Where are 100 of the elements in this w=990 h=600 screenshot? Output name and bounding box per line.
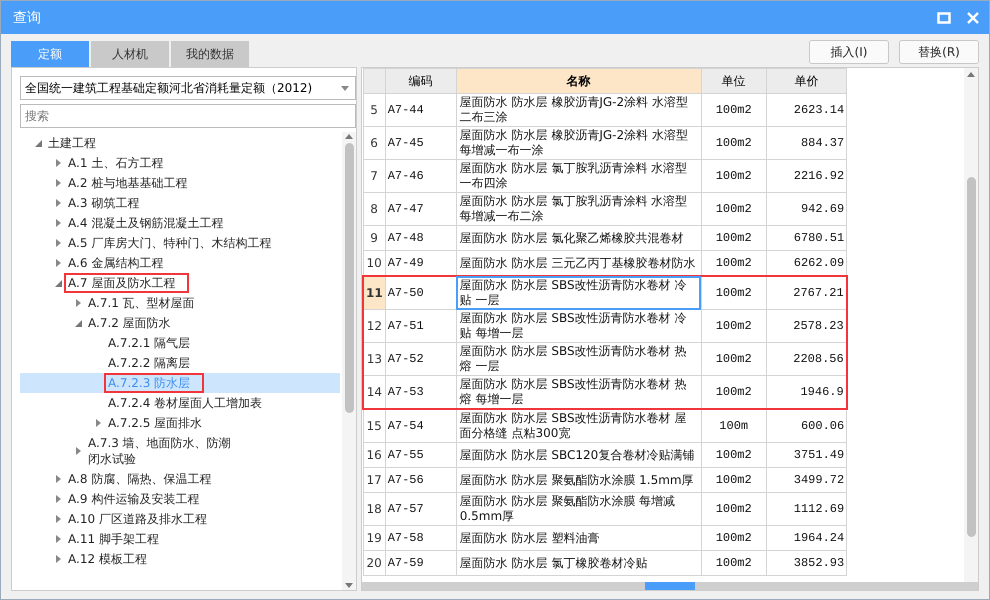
table-cell: A7-52 <box>385 342 456 376</box>
scroll-up-icon[interactable] <box>345 134 353 139</box>
column-header[interactable]: 名称 <box>456 68 702 94</box>
collapsed-triangle-icon[interactable] <box>56 475 60 483</box>
table-cell: 1112.69 <box>766 492 847 526</box>
scroll-down-icon[interactable] <box>345 583 353 588</box>
collapsed-triangle-icon[interactable] <box>56 259 60 267</box>
column-header[interactable]: 编码 <box>385 68 456 94</box>
table-cell: 屋面防水 防水层 聚氨酯防水涂膜 1.5mm厚 <box>456 468 702 492</box>
tree-item[interactable]: A.5 厂库房大门、特种门、木结构工程 <box>20 233 340 253</box>
tab[interactable]: 我的数据 <box>171 41 249 67</box>
table-cell: 2578.23 <box>766 310 847 342</box>
collapsed-triangle-icon[interactable] <box>76 299 80 307</box>
table-cell: 屋面防水 防水层 SBS改性沥青防水卷材 热熔 每增一层 <box>456 376 702 409</box>
table-cell: 屋面防水 防水层 橡胶沥青JG-2涂料 水溶型每增减一布一涂 <box>456 126 702 160</box>
table-cell: 100m2 <box>701 310 766 342</box>
table-cell: 2208.56 <box>766 342 847 376</box>
tree-item[interactable]: A.7.2.4 卷材屋面人工增加表 <box>20 393 340 413</box>
row-number: 17 <box>363 468 386 492</box>
row-number: 20 <box>363 550 386 576</box>
table-cell: 2767.21 <box>766 276 847 310</box>
collapsed-triangle-icon[interactable] <box>56 219 60 227</box>
maximize-icon[interactable] <box>937 12 951 24</box>
tree-item[interactable]: A.12 模板工程 <box>20 549 340 569</box>
table-cell: 屋面防水 防水层 氯化聚乙烯橡胶共混卷材 <box>456 226 702 250</box>
table-cell: 屋面防水 防水层 氯丁胺乳沥青涂料 水溶型每增减一布二涂 <box>456 192 702 226</box>
collapsed-triangle-icon[interactable] <box>56 179 60 187</box>
table-cell: 100m2 <box>701 226 766 250</box>
tree-item[interactable]: A.7.2.5 屋面排水 <box>20 413 340 433</box>
tree-item[interactable]: A.9 构件运输及安装工程 <box>20 489 340 509</box>
table-cell: 100m2 <box>701 550 766 576</box>
action-button[interactable]: 插入(I) <box>809 40 889 64</box>
table-cell: A7-46 <box>385 160 456 192</box>
tab[interactable]: 人材机 <box>91 41 169 67</box>
tree-item[interactable]: A.11 脚手架工程 <box>20 529 340 549</box>
table-cell: A7-44 <box>385 94 456 126</box>
row-number: 16 <box>363 442 386 468</box>
library-dropdown[interactable]: 全国统一建筑工程基础定额河北省消耗量定额（2012) <box>20 76 356 100</box>
scrollbar[interactable] <box>342 132 356 590</box>
tree-item[interactable]: A.2 桩与地基基础工程 <box>20 173 340 193</box>
collapsed-triangle-icon[interactable] <box>56 495 60 503</box>
close-icon[interactable] <box>967 12 979 24</box>
table-cell: 100m2 <box>701 94 766 126</box>
row-number: 13 <box>363 342 386 376</box>
collapsed-triangle-icon[interactable] <box>96 419 100 427</box>
collapsed-triangle-icon[interactable] <box>56 239 60 247</box>
table-cell: 100m2 <box>701 126 766 160</box>
scrollbar[interactable] <box>964 68 978 582</box>
table-cell: 屋面防水 防水层 橡胶沥青JG-2涂料 水溶型二布三涂 <box>456 94 702 126</box>
tree-item[interactable]: A.7.2.2 隔离层 <box>20 353 340 373</box>
row-number: 19 <box>363 526 386 550</box>
table-cell: 3751.49 <box>766 442 847 468</box>
collapsed-triangle-icon[interactable] <box>56 555 60 563</box>
table-cell: 100m2 <box>701 442 766 468</box>
table-cell: 3852.93 <box>766 550 847 576</box>
table-cell: A7-53 <box>385 376 456 409</box>
tree-item[interactable]: 土建工程 <box>20 133 340 153</box>
tree-item[interactable]: A.3 砌筑工程 <box>20 193 340 213</box>
expanded-triangle-icon[interactable] <box>34 140 42 146</box>
table-cell: 屋面防水 防水层 氯丁胺乳沥青涂料 水溶型一布四涂 <box>456 160 702 192</box>
horizontal-scrollbar[interactable] <box>362 582 978 590</box>
table-cell: 屋面防水 防水层 SBS改性沥青防水卷材 屋面分格缝 点粘300宽 <box>456 409 702 442</box>
collapsed-triangle-icon[interactable] <box>56 535 60 543</box>
tree-item[interactable]: A.4 混凝土及钢筋混凝土工程 <box>20 213 340 233</box>
row-number: 7 <box>363 160 386 192</box>
action-button[interactable]: 替换(R) <box>899 40 979 64</box>
tree-item[interactable]: A.1 土、石方工程 <box>20 153 340 173</box>
tree-item[interactable]: A.7.2 屋面防水 <box>20 313 340 333</box>
table-cell: A7-50 <box>385 276 456 310</box>
table-cell: 屋面防水 防水层 SBS改性沥青防水卷材 冷贴 每增一层 <box>456 310 702 342</box>
window-title: 查询 <box>13 8 41 26</box>
table-cell: 屋面防水 防水层 氯丁橡胶卷材冷贴 <box>456 550 702 576</box>
tree-item[interactable]: A.10 厂区道路及排水工程 <box>20 509 340 529</box>
row-number: 5 <box>363 94 386 126</box>
table-cell: 100m2 <box>701 276 766 310</box>
expanded-triangle-icon[interactable] <box>74 320 82 326</box>
column-header[interactable]: 单位 <box>701 68 766 94</box>
tree-item[interactable]: A.7 屋面及防水工程 <box>20 273 340 293</box>
table-cell: A7-54 <box>385 409 456 442</box>
collapsed-triangle-icon[interactable] <box>56 515 60 523</box>
collapsed-triangle-icon[interactable] <box>76 447 80 455</box>
tree-item[interactable]: A.7.1 瓦、型材屋面 <box>20 293 340 313</box>
column-header[interactable]: 单价 <box>766 68 847 94</box>
table-cell: 600.06 <box>766 409 847 442</box>
table-cell: 屋面防水 防水层 SBS改性沥青防水卷材 冷贴 一层 <box>456 276 702 310</box>
tree-item[interactable]: A.8 防腐、隔热、保温工程 <box>20 469 340 489</box>
table-cell: A7-45 <box>385 126 456 160</box>
expanded-triangle-icon[interactable] <box>54 280 62 286</box>
table-cell: A7-51 <box>385 310 456 342</box>
collapsed-triangle-icon[interactable] <box>56 159 60 167</box>
table-cell: A7-57 <box>385 492 456 526</box>
table-cell: A7-56 <box>385 468 456 492</box>
table-cell: 6780.51 <box>766 226 847 250</box>
tree-item[interactable]: A.6 金属结构工程 <box>20 253 340 273</box>
row-number: 8 <box>363 192 386 226</box>
tree-item[interactable]: A.7.3 墙、地面防水、防潮闭水试验 <box>20 433 340 469</box>
scroll-up-icon[interactable] <box>967 72 975 77</box>
search-field[interactable]: 搜索 <box>20 104 356 128</box>
tree-item[interactable]: A.7.2.1 隔气层 <box>20 333 340 353</box>
collapsed-triangle-icon[interactable] <box>56 199 60 207</box>
